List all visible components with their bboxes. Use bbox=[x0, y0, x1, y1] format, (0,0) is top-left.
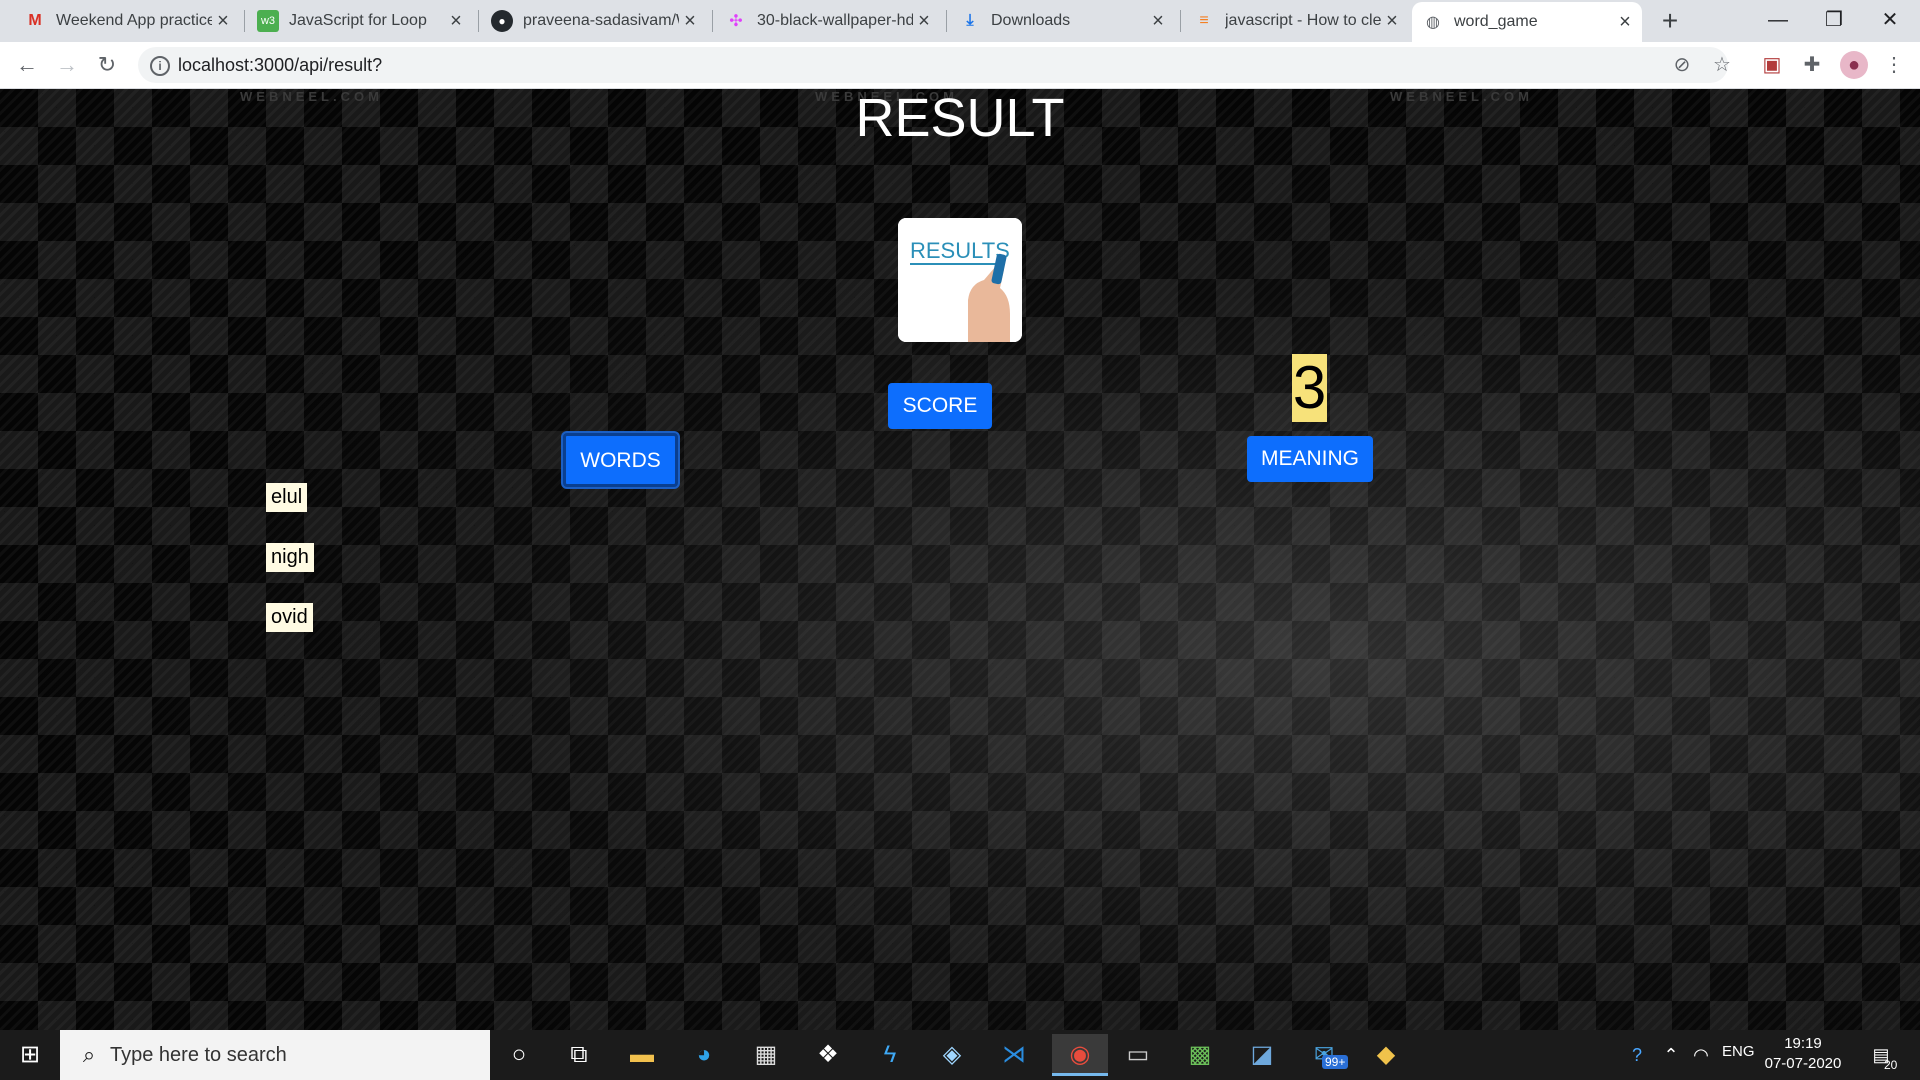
store-icon[interactable]: ▦ bbox=[742, 1034, 790, 1076]
w3-icon: w3 bbox=[257, 10, 279, 32]
new-tab-button[interactable]: + bbox=[1655, 6, 1685, 36]
download-icon: ⤓ bbox=[966, 12, 974, 29]
word-item: elul bbox=[266, 483, 308, 512]
tab-title: JavaScript for Loop bbox=[289, 12, 427, 29]
tab-divider bbox=[946, 10, 947, 32]
tab-title: word_game bbox=[1454, 13, 1538, 30]
tab-downloads[interactable]: ⤓ Downloads × bbox=[949, 0, 1175, 42]
github-icon: ● bbox=[491, 10, 513, 32]
chrome-icon[interactable]: ◉ bbox=[1052, 1034, 1108, 1076]
profile-avatar[interactable]: ● bbox=[1840, 51, 1868, 79]
close-icon[interactable]: × bbox=[679, 10, 701, 33]
word-item: ovid bbox=[266, 603, 313, 632]
close-icon[interactable]: × bbox=[1381, 10, 1403, 33]
maximize-button[interactable]: ❐ bbox=[1806, 0, 1862, 42]
tab-title: javascript - How to clea bbox=[1225, 12, 1381, 29]
tab-title: Weekend App practice bbox=[56, 12, 212, 29]
close-icon[interactable]: × bbox=[1614, 11, 1636, 34]
clock-time: 19:19 bbox=[1784, 1035, 1822, 1052]
mail-badge: 99+ bbox=[1322, 1055, 1349, 1069]
meaning-button[interactable]: MEANING bbox=[1247, 436, 1373, 482]
page-background: WEBNEEL.COM WEBNEEL.COM WEBNEEL.COM RESU… bbox=[0, 89, 1920, 1030]
task-view-icon[interactable]: ⧉ bbox=[555, 1034, 603, 1076]
tab-divider bbox=[244, 10, 245, 32]
close-icon[interactable]: × bbox=[913, 10, 935, 33]
notes-app-icon[interactable]: ◈ bbox=[928, 1034, 976, 1076]
stackoverflow-icon: ≡ bbox=[1199, 12, 1209, 29]
gmail-icon: M bbox=[28, 12, 42, 29]
close-window-button[interactable]: ✕ bbox=[1862, 0, 1918, 42]
dropbox-icon[interactable]: ❖ bbox=[804, 1034, 852, 1076]
file-explorer-icon[interactable]: ▬ bbox=[618, 1034, 666, 1076]
wifi-icon[interactable]: ◠ bbox=[1688, 1040, 1714, 1070]
python-icon[interactable]: ◆ bbox=[1362, 1034, 1410, 1076]
language-indicator[interactable]: ENG bbox=[1722, 1043, 1755, 1060]
chevron-up-icon[interactable]: ⌃ bbox=[1658, 1040, 1684, 1070]
notification-count: 20 bbox=[1884, 1058, 1898, 1072]
tab-divider bbox=[712, 10, 713, 32]
results-image-text: RESULTS bbox=[910, 238, 1010, 263]
tab-divider bbox=[1180, 10, 1181, 32]
taskbar-search-placeholder[interactable]: Type here to search bbox=[110, 1042, 287, 1068]
dots-icon: ✣ bbox=[729, 13, 743, 30]
clock[interactable]: 19:19 07-07-2020 bbox=[1758, 1034, 1848, 1074]
words-button[interactable]: WORDS bbox=[563, 433, 678, 487]
back-button[interactable]: ← bbox=[12, 50, 42, 80]
tab-stackoverflow[interactable]: ≡ javascript - How to clea × bbox=[1183, 0, 1409, 42]
windows-start-icon[interactable]: ⊞ bbox=[0, 1030, 60, 1080]
vscode-icon[interactable]: ⋊ bbox=[990, 1034, 1038, 1076]
remote-app-icon[interactable]: ◪ bbox=[1238, 1034, 1286, 1076]
cortana-icon[interactable]: ○ bbox=[495, 1034, 543, 1076]
bookmark-star-icon[interactable]: ☆ bbox=[1708, 51, 1736, 79]
tab-word-game[interactable]: ◍ word_game × bbox=[1412, 2, 1642, 42]
close-icon[interactable]: × bbox=[212, 10, 234, 33]
tab-gmail[interactable]: M Weekend App practice × bbox=[14, 0, 240, 42]
search-icon: ⌕ bbox=[82, 1042, 96, 1067]
close-icon[interactable]: × bbox=[445, 10, 467, 33]
minimize-button[interactable]: — bbox=[1750, 0, 1806, 42]
info-icon[interactable]: i bbox=[150, 56, 170, 76]
clock-date: 07-07-2020 bbox=[1764, 1055, 1842, 1072]
tab-title: 30-black-wallpaper-hd bbox=[757, 12, 913, 29]
powershell-icon[interactable]: ϟ bbox=[866, 1034, 914, 1076]
url-text[interactable]: localhost:3000/api/result? bbox=[178, 53, 382, 77]
menu-kebab-icon[interactable]: ⋮ bbox=[1880, 51, 1908, 79]
image-viewer-icon[interactable]: ▩ bbox=[1176, 1034, 1224, 1076]
results-image: RESULTS bbox=[898, 218, 1022, 342]
extensions-puzzle-icon[interactable]: ✚ bbox=[1798, 51, 1826, 79]
word-item: nigh bbox=[266, 543, 314, 572]
forward-button[interactable]: → bbox=[52, 50, 82, 80]
tab-github[interactable]: ● praveena-sadasivam/W × bbox=[481, 0, 707, 42]
pdf-extension-icon[interactable]: ▣ bbox=[1758, 51, 1786, 79]
score-value: 3 bbox=[1292, 354, 1327, 422]
tab-divider bbox=[478, 10, 479, 32]
tab-javascript-for-loop[interactable]: w3 JavaScript for Loop × bbox=[247, 0, 473, 42]
globe-icon: ◍ bbox=[1426, 14, 1440, 31]
close-icon[interactable]: × bbox=[1147, 10, 1169, 33]
score-button[interactable]: SCORE bbox=[888, 383, 992, 429]
reload-button[interactable]: ↻ bbox=[92, 50, 122, 80]
tab-title: Downloads bbox=[991, 12, 1071, 29]
results-hand-illustration: RESULTS bbox=[898, 218, 1022, 342]
translate-icon[interactable]: ⊘ bbox=[1668, 51, 1696, 79]
edge-icon[interactable]: ◕ bbox=[680, 1034, 728, 1076]
tab-black-wallpaper[interactable]: ✣ 30-black-wallpaper-hd × bbox=[715, 0, 941, 42]
page-title: RESULT bbox=[855, 89, 1065, 148]
help-icon[interactable]: ? bbox=[1624, 1040, 1650, 1070]
terminal-icon[interactable]: ▭ bbox=[1114, 1034, 1162, 1076]
tab-title: praveena-sadasivam/W bbox=[523, 12, 679, 29]
